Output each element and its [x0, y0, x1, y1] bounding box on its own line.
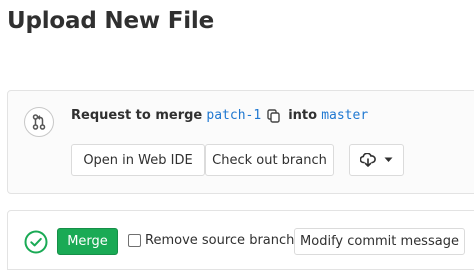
merge-request-description: Request to merge patch-1 into master — [71, 108, 368, 123]
copy-icon[interactable] — [267, 108, 280, 123]
remove-source-branch-checkbox[interactable] — [128, 234, 141, 247]
remove-source-branch-label: Remove source branch — [145, 233, 295, 248]
target-branch-link[interactable]: master — [321, 108, 368, 123]
download-icon — [360, 153, 376, 167]
into-label: into — [288, 108, 318, 123]
merge-request-icon — [24, 107, 54, 137]
request-prefix: Request to merge — [71, 108, 203, 123]
merge-action-widget: Merge Remove source branch Modify commit… — [7, 210, 474, 270]
remove-source-branch-option[interactable]: Remove source branch — [128, 233, 294, 248]
merge-button[interactable]: Merge — [57, 228, 118, 255]
open-web-ide-button[interactable]: Open in Web IDE — [71, 144, 205, 176]
status-success-icon — [24, 230, 48, 254]
download-dropdown-button[interactable] — [349, 144, 404, 176]
chevron-down-icon — [384, 157, 393, 163]
source-branch-link[interactable]: patch-1 — [206, 108, 261, 123]
page-title: Upload New File — [7, 8, 214, 34]
check-out-branch-button[interactable]: Check out branch — [205, 144, 334, 176]
merge-request-widget: Request to merge patch-1 into master Ope… — [7, 90, 474, 194]
modify-commit-message-button[interactable]: Modify commit message — [294, 228, 465, 255]
